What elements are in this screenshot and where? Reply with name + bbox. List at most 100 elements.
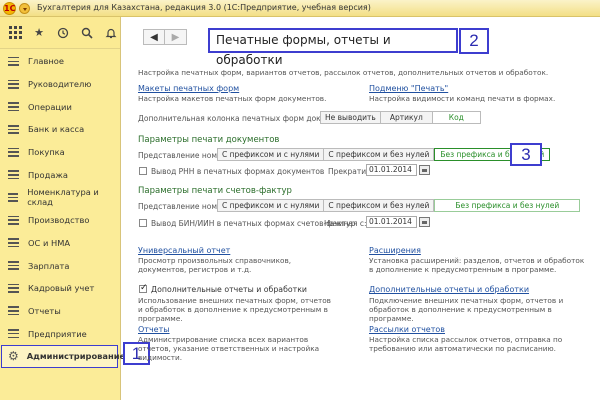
rnn-checkbox-label: Вывод РНН в печатных формах документов — [151, 167, 325, 176]
sidebar-item-operations[interactable]: Операции — [0, 95, 120, 118]
sidebar-item-bank[interactable]: Банк и касса — [0, 118, 120, 141]
menu-lines-icon — [8, 238, 19, 248]
menu-lines-icon — [8, 329, 19, 339]
invoice-number-option[interactable]: Без префикса и без нулей — [434, 199, 581, 212]
page-title: Печатные формы, отчеты и обработки — [208, 28, 458, 67]
extra-reports-checkbox[interactable] — [139, 283, 148, 293]
sidebar-item-label: Предприятие — [28, 328, 87, 339]
sidebar-item-label: Производство — [28, 215, 90, 226]
annotation-2: 2 — [459, 28, 489, 54]
menu-lines-icon — [8, 170, 19, 180]
intro-text: Настройка печатных форм, вариантов отчет… — [138, 68, 549, 77]
sidebar-item-sales[interactable]: Продажа — [0, 163, 120, 186]
menu-lines-icon — [8, 192, 19, 202]
reports-link[interactable]: Отчеты — [138, 325, 170, 334]
mailing-link[interactable]: Рассылки отчетов — [369, 325, 445, 334]
invoice-number-option[interactable]: С префиксом и без нулей — [324, 199, 435, 212]
sidebar-item-label: Главное — [28, 56, 64, 67]
invoice-number-option[interactable]: С префиксом и с нулями — [217, 199, 325, 212]
extensions-link[interactable]: Расширения — [369, 246, 421, 255]
extra-column-option[interactable]: Артикул — [380, 111, 433, 124]
print-layouts-desc: Настройка макетов печатных форм документ… — [138, 94, 327, 103]
sidebar-item-label: Зарплата — [28, 260, 70, 271]
sidebar-item-salary[interactable]: Зарплата — [0, 254, 120, 277]
number-repr-switch: С префиксом и с нулями С префиксом и без… — [217, 148, 551, 161]
gear-icon: ⚙ — [8, 349, 19, 364]
reports-desc: Администрирование списка всех вариантов … — [138, 335, 320, 362]
invoice-print-header: Параметры печати счетов-фактур — [138, 186, 292, 196]
sidebar: ★ Главное Руководителю Операции Банк и к… — [0, 17, 125, 400]
calendar-icon[interactable] — [419, 165, 430, 175]
sections-menu: Главное Руководителю Операции Банк и кас… — [0, 49, 125, 368]
sidebar-item-main[interactable]: Главное — [0, 50, 120, 73]
sidebar-item-label: Операции — [28, 101, 72, 112]
menu-lines-icon — [8, 79, 19, 89]
menu-lines-icon — [8, 306, 19, 316]
sidebar-item-label: Отчеты — [28, 305, 61, 316]
forward-arrow-icon[interactable]: ▶ — [165, 29, 187, 45]
main-content: ◀ ▶ Печатные формы, отчеты и обработки 2… — [122, 17, 600, 400]
menu-lines-icon — [8, 261, 19, 271]
start-from-date-input[interactable]: 01.01.2014 — [366, 216, 417, 228]
mailing-desc: Настройка списка рассылок отчетов, отпра… — [369, 335, 563, 353]
menu-lines-icon — [8, 283, 19, 293]
sidebar-item-production[interactable]: Производство — [0, 209, 120, 232]
sidebar-item-enterprise[interactable]: Предприятие — [0, 322, 120, 345]
apps-grid-icon[interactable] — [6, 24, 24, 42]
rnn-checkbox[interactable] — [139, 167, 147, 175]
app-logo: 1С — [3, 2, 16, 15]
back-arrow-icon[interactable]: ◀ — [143, 29, 165, 45]
calendar-icon[interactable] — [419, 217, 430, 227]
menu-lines-icon — [8, 124, 19, 134]
stop-from-date-input[interactable]: 01.01.2014 — [366, 164, 417, 176]
sidebar-item-assets[interactable]: ОС и НМА — [0, 232, 120, 255]
number-repr-option[interactable]: С префиксом и без нулей — [324, 148, 435, 161]
sidebar-item-manager[interactable]: Руководителю — [0, 73, 120, 96]
annotation-3: 3 — [510, 143, 542, 166]
extra-column-switch: Не выводить Артикул Код — [320, 111, 481, 124]
sidebar-item-label: Покупка — [28, 147, 65, 158]
bell-icon[interactable] — [102, 24, 120, 42]
sidebar-item-label: Администрирование — [26, 351, 126, 362]
number-repr-option[interactable]: С префиксом и с нулями — [217, 148, 325, 161]
sidebar-item-administration[interactable]: ⚙ Администрирование — [1, 344, 125, 368]
main-menu-icon[interactable] — [19, 3, 30, 14]
bin-checkbox[interactable] — [139, 219, 147, 227]
extra-column-option[interactable]: Код — [432, 111, 481, 124]
sidebar-item-label: Руководителю — [28, 79, 92, 90]
menu-lines-icon — [8, 102, 19, 112]
sidebar-item-label: ОС и НМА — [28, 237, 71, 248]
menu-lines-icon — [8, 215, 19, 225]
sidebar-item-label: Номенклатура и склад — [27, 187, 99, 208]
menu-lines-icon — [8, 56, 19, 66]
sidebar-item-purchase[interactable]: Покупка — [0, 141, 120, 164]
sidebar-item-label: Банк и касса — [28, 124, 85, 135]
doc-print-header: Параметры печати документов — [138, 135, 280, 145]
menu-lines-icon — [8, 147, 19, 157]
universal-report-link[interactable]: Универсальный отчет — [138, 246, 230, 255]
navigation-buttons: ◀ ▶ — [143, 29, 187, 45]
invoice-number-switch: С префиксом и с нулями С префиксом и без… — [217, 199, 581, 212]
extensions-desc: Установка расширений: разделов, отчетов … — [369, 256, 585, 274]
search-icon[interactable] — [78, 24, 96, 42]
extra-reports-link[interactable]: Дополнительные отчеты и обработки — [369, 285, 529, 294]
title-bar: 1С Бухгалтерия для Казахстана, редакция … — [0, 0, 600, 17]
print-submenu-link[interactable]: Подменю "Печать" — [369, 84, 448, 93]
window-title: Бухгалтерия для Казахстана, редакция 3.0… — [37, 3, 371, 12]
sidebar-item-label: Кадровый учет — [28, 283, 95, 294]
print-layouts-link[interactable]: Макеты печатных форм — [138, 84, 239, 93]
universal-report-desc: Просмотр произвольных справочников, доку… — [138, 256, 292, 274]
history-icon[interactable] — [54, 24, 72, 42]
print-submenu-desc: Настройка видимости команд печати в форм… — [369, 94, 556, 103]
sidebar-item-reports[interactable]: Отчеты — [0, 300, 120, 323]
extra-reports-checkbox-label: Дополнительные отчеты и обработки — [151, 285, 307, 294]
extra-reports-link-desc: Подключение внешних печатных форм, отчет… — [369, 296, 564, 323]
sidebar-item-label: Продажа — [28, 169, 68, 180]
sidebar-item-hr[interactable]: Кадровый учет — [0, 277, 120, 300]
extra-column-option[interactable]: Не выводить — [320, 111, 381, 124]
star-icon[interactable]: ★ — [30, 24, 48, 42]
start-from-label: Начиная с: — [324, 219, 367, 228]
sidebar-toolbar: ★ — [0, 17, 120, 49]
extra-reports-desc: Использование внешних печатных форм, отч… — [138, 296, 331, 323]
sidebar-item-nomenclature[interactable]: Номенклатура и склад — [0, 186, 120, 209]
